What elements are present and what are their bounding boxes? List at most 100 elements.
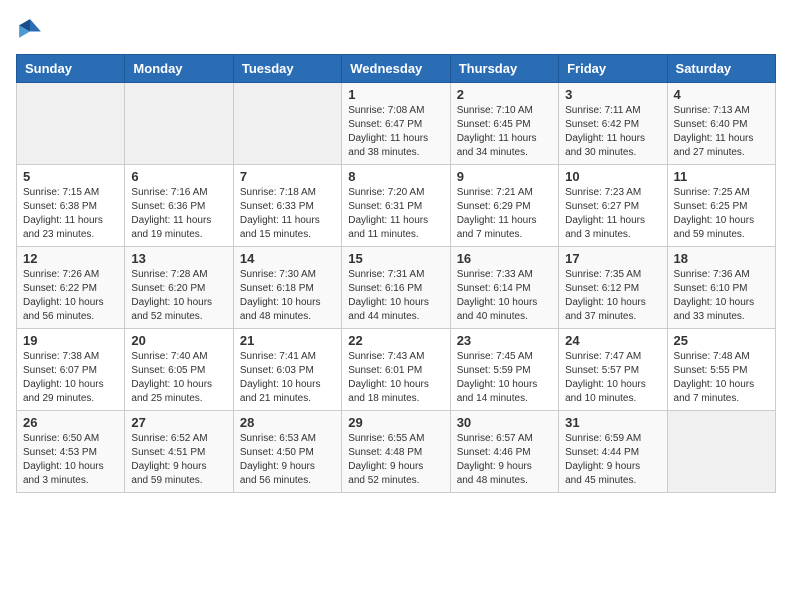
calendar-cell xyxy=(667,411,775,493)
calendar-header-tuesday: Tuesday xyxy=(233,55,341,83)
calendar-cell: 18 Sunrise: 7:36 AM Sunset: 6:10 PM Dayli… xyxy=(667,247,775,329)
calendar-header-friday: Friday xyxy=(559,55,667,83)
day-info: Sunrise: 6:53 AM Sunset: 4:50 PM Dayligh… xyxy=(240,432,335,488)
calendar-header-row: SundayMondayTuesdayWednesdayThursdayFrid… xyxy=(17,55,776,83)
day-info: Sunrise: 6:55 AM Sunset: 4:48 PM Dayligh… xyxy=(348,432,443,488)
day-number: 26 xyxy=(23,415,118,430)
day-info: Sunrise: 7:47 AM Sunset: 5:57 PM Dayligh… xyxy=(565,350,660,406)
day-number: 28 xyxy=(240,415,335,430)
day-number: 2 xyxy=(457,87,552,102)
calendar-cell: 26 Sunrise: 6:50 AM Sunset: 4:53 PM Dayli… xyxy=(17,411,125,493)
day-number: 20 xyxy=(131,333,226,348)
day-info: Sunrise: 7:08 AM Sunset: 6:47 PM Dayligh… xyxy=(348,104,443,160)
calendar-cell: 19 Sunrise: 7:38 AM Sunset: 6:07 PM Dayli… xyxy=(17,329,125,411)
calendar-cell: 11 Sunrise: 7:25 AM Sunset: 6:25 PM Dayli… xyxy=(667,165,775,247)
day-info: Sunrise: 7:15 AM Sunset: 6:38 PM Dayligh… xyxy=(23,186,118,242)
calendar-week-row: 1 Sunrise: 7:08 AM Sunset: 6:47 PM Daylig… xyxy=(17,83,776,165)
day-info: Sunrise: 7:31 AM Sunset: 6:16 PM Dayligh… xyxy=(348,268,443,324)
day-info: Sunrise: 7:43 AM Sunset: 6:01 PM Dayligh… xyxy=(348,350,443,406)
day-info: Sunrise: 7:28 AM Sunset: 6:20 PM Dayligh… xyxy=(131,268,226,324)
day-number: 6 xyxy=(131,169,226,184)
calendar-cell: 24 Sunrise: 7:47 AM Sunset: 5:57 PM Dayli… xyxy=(559,329,667,411)
day-info: Sunrise: 7:18 AM Sunset: 6:33 PM Dayligh… xyxy=(240,186,335,242)
calendar-cell: 3 Sunrise: 7:11 AM Sunset: 6:42 PM Daylig… xyxy=(559,83,667,165)
logo-icon xyxy=(16,16,44,44)
day-number: 30 xyxy=(457,415,552,430)
calendar-cell: 29Sunrise: 6:55 AM Sunset: 4:48 PM Dayli… xyxy=(342,411,450,493)
day-number: 9 xyxy=(457,169,552,184)
calendar-cell: 10 Sunrise: 7:23 AM Sunset: 6:27 PM Dayli… xyxy=(559,165,667,247)
day-info: Sunrise: 7:41 AM Sunset: 6:03 PM Dayligh… xyxy=(240,350,335,406)
day-info: Sunrise: 6:59 AM Sunset: 4:44 PM Dayligh… xyxy=(565,432,660,488)
day-number: 24 xyxy=(565,333,660,348)
calendar-header-saturday: Saturday xyxy=(667,55,775,83)
calendar-cell: 5Sunrise: 7:15 AM Sunset: 6:38 PM Daylig… xyxy=(17,165,125,247)
day-info: Sunrise: 7:48 AM Sunset: 5:55 PM Dayligh… xyxy=(674,350,769,406)
day-info: Sunrise: 7:25 AM Sunset: 6:25 PM Dayligh… xyxy=(674,186,769,242)
day-info: Sunrise: 7:40 AM Sunset: 6:05 PM Dayligh… xyxy=(131,350,226,406)
day-info: Sunrise: 7:33 AM Sunset: 6:14 PM Dayligh… xyxy=(457,268,552,324)
header xyxy=(16,16,776,44)
calendar-cell: 23 Sunrise: 7:45 AM Sunset: 5:59 PM Dayli… xyxy=(450,329,558,411)
calendar-cell: 17 Sunrise: 7:35 AM Sunset: 6:12 PM Dayli… xyxy=(559,247,667,329)
day-info: Sunrise: 7:26 AM Sunset: 6:22 PM Dayligh… xyxy=(23,268,118,324)
day-info: Sunrise: 7:10 AM Sunset: 6:45 PM Dayligh… xyxy=(457,104,552,160)
day-info: Sunrise: 7:23 AM Sunset: 6:27 PM Dayligh… xyxy=(565,186,660,242)
calendar-cell: 20 Sunrise: 7:40 AM Sunset: 6:05 PM Dayli… xyxy=(125,329,233,411)
calendar-cell xyxy=(233,83,341,165)
day-info: Sunrise: 6:50 AM Sunset: 4:53 PM Dayligh… xyxy=(23,432,118,488)
calendar-cell: 15Sunrise: 7:31 AM Sunset: 6:16 PM Dayli… xyxy=(342,247,450,329)
calendar-table: SundayMondayTuesdayWednesdayThursdayFrid… xyxy=(16,54,776,493)
calendar-cell: 21 Sunrise: 7:41 AM Sunset: 6:03 PM Dayli… xyxy=(233,329,341,411)
day-number: 21 xyxy=(240,333,335,348)
day-number: 14 xyxy=(240,251,335,266)
calendar-week-row: 19 Sunrise: 7:38 AM Sunset: 6:07 PM Dayli… xyxy=(17,329,776,411)
day-number: 22 xyxy=(348,333,443,348)
calendar-cell: 2 Sunrise: 7:10 AM Sunset: 6:45 PM Daylig… xyxy=(450,83,558,165)
day-number: 12 xyxy=(23,251,118,266)
calendar-cell: 16 Sunrise: 7:33 AM Sunset: 6:14 PM Dayli… xyxy=(450,247,558,329)
day-info: Sunrise: 7:16 AM Sunset: 6:36 PM Dayligh… xyxy=(131,186,226,242)
day-number: 1 xyxy=(348,87,443,102)
calendar-header-sunday: Sunday xyxy=(17,55,125,83)
calendar-cell xyxy=(125,83,233,165)
day-info: Sunrise: 7:35 AM Sunset: 6:12 PM Dayligh… xyxy=(565,268,660,324)
calendar-cell: 1 Sunrise: 7:08 AM Sunset: 6:47 PM Daylig… xyxy=(342,83,450,165)
day-number: 31 xyxy=(565,415,660,430)
calendar-cell: 31 Sunrise: 6:59 AM Sunset: 4:44 PM Dayli… xyxy=(559,411,667,493)
calendar-cell: 28 Sunrise: 6:53 AM Sunset: 4:50 PM Dayli… xyxy=(233,411,341,493)
day-number: 3 xyxy=(565,87,660,102)
calendar-cell: 8Sunrise: 7:20 AM Sunset: 6:31 PM Daylig… xyxy=(342,165,450,247)
day-info: Sunrise: 7:30 AM Sunset: 6:18 PM Dayligh… xyxy=(240,268,335,324)
day-info: Sunrise: 7:38 AM Sunset: 6:07 PM Dayligh… xyxy=(23,350,118,406)
calendar-cell: 9Sunrise: 7:21 AM Sunset: 6:29 PM Daylig… xyxy=(450,165,558,247)
day-number: 10 xyxy=(565,169,660,184)
calendar-week-row: 26 Sunrise: 6:50 AM Sunset: 4:53 PM Dayli… xyxy=(17,411,776,493)
calendar-cell: 12 Sunrise: 7:26 AM Sunset: 6:22 PM Dayli… xyxy=(17,247,125,329)
calendar-cell: 6 Sunrise: 7:16 AM Sunset: 6:36 PM Daylig… xyxy=(125,165,233,247)
day-number: 18 xyxy=(674,251,769,266)
calendar-cell xyxy=(17,83,125,165)
day-number: 17 xyxy=(565,251,660,266)
day-number: 11 xyxy=(674,169,769,184)
day-info: Sunrise: 7:13 AM Sunset: 6:40 PM Dayligh… xyxy=(674,104,769,160)
calendar-cell: 30Sunrise: 6:57 AM Sunset: 4:46 PM Dayli… xyxy=(450,411,558,493)
calendar-cell: 13Sunrise: 7:28 AM Sunset: 6:20 PM Dayli… xyxy=(125,247,233,329)
calendar-week-row: 5Sunrise: 7:15 AM Sunset: 6:38 PM Daylig… xyxy=(17,165,776,247)
day-info: Sunrise: 7:45 AM Sunset: 5:59 PM Dayligh… xyxy=(457,350,552,406)
calendar-cell: 14 Sunrise: 7:30 AM Sunset: 6:18 PM Dayli… xyxy=(233,247,341,329)
day-info: Sunrise: 7:11 AM Sunset: 6:42 PM Dayligh… xyxy=(565,104,660,160)
day-number: 23 xyxy=(457,333,552,348)
calendar-cell: 25Sunrise: 7:48 AM Sunset: 5:55 PM Dayli… xyxy=(667,329,775,411)
calendar-cell: 4 Sunrise: 7:13 AM Sunset: 6:40 PM Daylig… xyxy=(667,83,775,165)
day-number: 16 xyxy=(457,251,552,266)
day-info: Sunrise: 7:36 AM Sunset: 6:10 PM Dayligh… xyxy=(674,268,769,324)
day-info: Sunrise: 6:52 AM Sunset: 4:51 PM Dayligh… xyxy=(131,432,226,488)
day-number: 19 xyxy=(23,333,118,348)
day-number: 4 xyxy=(674,87,769,102)
calendar-header-wednesday: Wednesday xyxy=(342,55,450,83)
logo xyxy=(16,16,48,44)
calendar-week-row: 12 Sunrise: 7:26 AM Sunset: 6:22 PM Dayli… xyxy=(17,247,776,329)
calendar-cell: 22 Sunrise: 7:43 AM Sunset: 6:01 PM Dayli… xyxy=(342,329,450,411)
day-number: 8 xyxy=(348,169,443,184)
